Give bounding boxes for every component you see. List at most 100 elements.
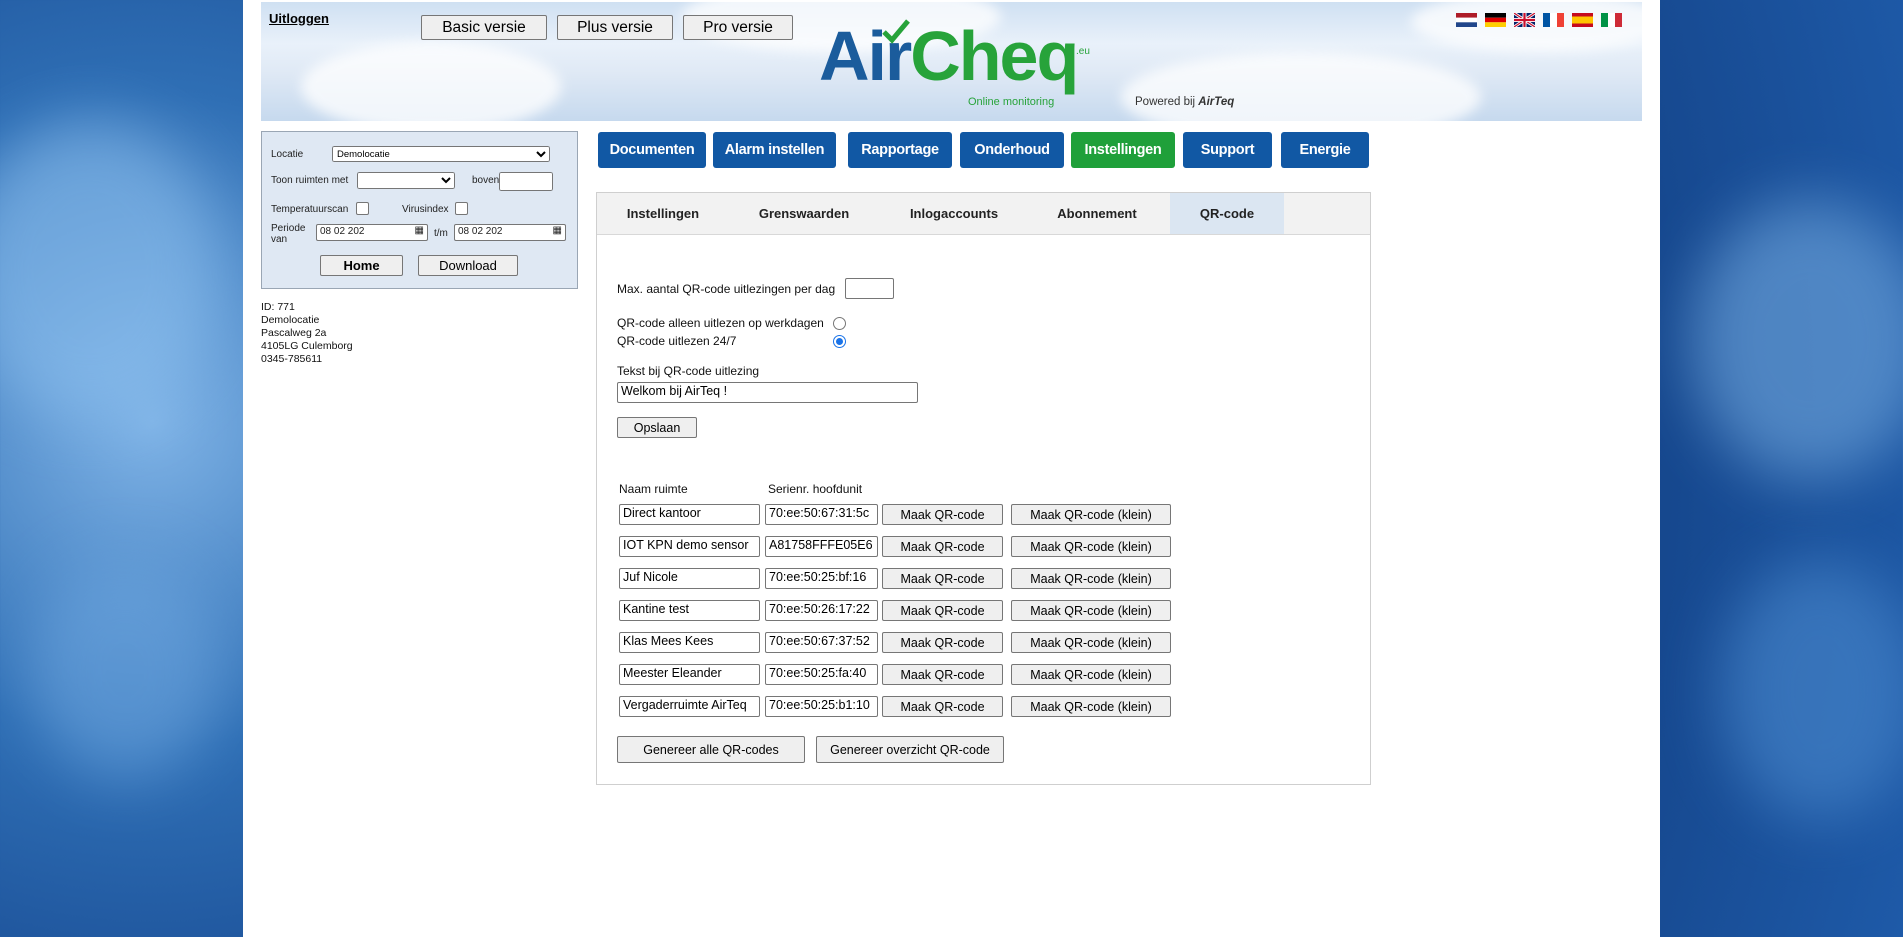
serial-input[interactable]: 70:ee:50:67:37:52: [765, 632, 878, 653]
serial-input[interactable]: 70:ee:50:26:17:22: [765, 600, 878, 621]
make-qr-button[interactable]: Maak QR-code: [882, 696, 1003, 717]
temperatuurscan-checkbox[interactable]: [356, 202, 369, 215]
col-name-header: Naam ruimte: [619, 482, 688, 496]
make-qr-small-button[interactable]: Maak QR-code (klein): [1011, 536, 1171, 557]
calendar-icon[interactable]: ▦: [415, 225, 424, 236]
make-qr-small-button[interactable]: Maak QR-code (klein): [1011, 696, 1171, 717]
pro-version-button[interactable]: Pro versie: [683, 15, 793, 40]
make-qr-button[interactable]: Maak QR-code: [882, 568, 1003, 589]
room-name-input[interactable]: Juf Nicole: [619, 568, 760, 589]
room-name-input[interactable]: Kantine test: [619, 600, 760, 621]
location-address: ID: 771 Demolocatie Pascalweg 2a 4105LG …: [261, 301, 353, 366]
nav-documenten[interactable]: Documenten: [598, 132, 706, 168]
address-phone: 0345-785611: [261, 353, 323, 365]
make-qr-button[interactable]: Maak QR-code: [882, 504, 1003, 525]
serial-input[interactable]: 70:ee:50:67:31:5c: [765, 504, 878, 525]
settings-panel: Instellingen Grenswaarden Inlogaccounts …: [596, 192, 1371, 785]
cloud: [301, 42, 561, 121]
background-blob: [30, 560, 220, 780]
calendar-icon[interactable]: ▦: [553, 225, 562, 236]
make-qr-small-button[interactable]: Maak QR-code (klein): [1011, 632, 1171, 653]
serial-input[interactable]: 70:ee:50:25:fa:40: [765, 664, 878, 685]
address-id: ID: 771: [261, 301, 295, 313]
locatie-label: Locatie: [271, 149, 304, 160]
tab-instellingen[interactable]: Instellingen: [597, 193, 729, 234]
locatie-select[interactable]: Demolocatie: [332, 146, 550, 162]
toon-ruimten-select[interactable]: [357, 172, 455, 189]
address-city: 4105LG Culemborg: [261, 340, 353, 352]
make-qr-button[interactable]: Maak QR-code: [882, 600, 1003, 621]
nav-alarm-instellen[interactable]: Alarm instellen: [713, 132, 836, 168]
flag-it-icon[interactable]: [1601, 13, 1622, 27]
virusindex-label: Virusindex: [402, 204, 449, 215]
save-button[interactable]: Opslaan: [617, 417, 697, 438]
header-banner: Uitloggen Basic versie Plus versie Pro v…: [261, 2, 1642, 121]
make-qr-button[interactable]: Maak QR-code: [882, 632, 1003, 653]
flag-uk-icon[interactable]: [1514, 13, 1535, 27]
tab-inlogaccounts[interactable]: Inlogaccounts: [879, 193, 1029, 234]
tab-qr-code[interactable]: QR-code: [1170, 193, 1284, 234]
toon-ruimten-label: Toon ruimten met: [271, 175, 349, 186]
max-readings-label: Max. aantal QR-code uitlezingen per dag: [617, 282, 836, 296]
tab-abonnement[interactable]: Abonnement: [1029, 193, 1165, 234]
logo-subtitle: Online monitoring: [968, 96, 1055, 108]
serial-input[interactable]: 70:ee:50:25:b1:10: [765, 696, 878, 717]
tab-grenswaarden[interactable]: Grenswaarden: [729, 193, 879, 234]
room-name-input[interactable]: Klas Mees Kees: [619, 632, 760, 653]
room-name-input[interactable]: Meester Eleander: [619, 664, 760, 685]
radio-workdays-label: QR-code alleen uitlezen op werkdagen: [617, 316, 824, 330]
virusindex-checkbox[interactable]: [455, 202, 468, 215]
nav-energie[interactable]: Energie: [1281, 132, 1369, 168]
date-to-value: 08 02 202: [458, 226, 503, 237]
make-qr-small-button[interactable]: Maak QR-code (klein): [1011, 568, 1171, 589]
generate-all-button[interactable]: Genereer alle QR-codes: [617, 736, 805, 763]
settings-tabs: Instellingen Grenswaarden Inlogaccounts …: [597, 193, 1370, 235]
make-qr-button[interactable]: Maak QR-code: [882, 664, 1003, 685]
powered-prefix: Powered bij: [1135, 96, 1196, 108]
flag-de-icon[interactable]: [1485, 13, 1506, 27]
date-to-input[interactable]: 08 02 202 ▦: [454, 224, 566, 241]
language-flags: [1456, 13, 1622, 27]
flag-es-icon[interactable]: [1572, 13, 1593, 27]
room-name-input[interactable]: Vergaderruimte AirTeq: [619, 696, 760, 717]
logo-eu-text: .eu: [1076, 46, 1090, 57]
address-name: Demolocatie: [261, 314, 320, 326]
make-qr-button[interactable]: Maak QR-code: [882, 536, 1003, 557]
logout-link[interactable]: Uitloggen: [269, 11, 329, 26]
max-readings-input[interactable]: [845, 278, 894, 299]
plus-version-button[interactable]: Plus versie: [557, 15, 673, 40]
tm-label: t/m: [434, 228, 448, 239]
logo-cheq-text: Cheq: [910, 17, 1079, 95]
room-name-input[interactable]: Direct kantoor: [619, 504, 760, 525]
boven-input[interactable]: [499, 172, 553, 191]
download-button[interactable]: Download: [418, 255, 518, 276]
flag-nl-icon[interactable]: [1456, 13, 1477, 27]
date-from-input[interactable]: 08 02 202 ▦: [316, 224, 428, 241]
cloud: [1411, 2, 1642, 52]
make-qr-small-button[interactable]: Maak QR-code (klein): [1011, 600, 1171, 621]
powered-by: Powered bij AirTeq: [1135, 96, 1234, 108]
nav-rapportage[interactable]: Rapportage: [848, 132, 952, 168]
serial-input[interactable]: A81758FFFE05E6: [765, 536, 878, 557]
serial-input[interactable]: 70:ee:50:25:bf:16: [765, 568, 878, 589]
nav-support[interactable]: Support: [1183, 132, 1272, 168]
cloud: [1121, 52, 1481, 121]
basic-version-button[interactable]: Basic versie: [421, 15, 547, 40]
nav-instellingen[interactable]: Instellingen: [1071, 132, 1175, 168]
qr-text-input[interactable]: Welkom bij AirTeq !: [617, 382, 918, 403]
radio-247[interactable]: [833, 335, 846, 348]
background-blob: [0, 120, 220, 420]
room-name-input[interactable]: IOT KPN demo sensor: [619, 536, 760, 557]
powered-brand: AirTeq: [1198, 96, 1235, 108]
page-container: Uitloggen Basic versie Plus versie Pro v…: [243, 0, 1660, 937]
background-blob: [1720, 560, 1903, 820]
generate-overview-button[interactable]: Genereer overzicht QR-code: [816, 736, 1004, 763]
make-qr-small-button[interactable]: Maak QR-code (klein): [1011, 504, 1171, 525]
nav-onderhoud[interactable]: Onderhoud: [960, 132, 1064, 168]
radio-workdays[interactable]: [833, 317, 846, 330]
background-blob: [1690, 200, 1903, 480]
home-button[interactable]: Home: [320, 255, 403, 276]
make-qr-small-button[interactable]: Maak QR-code (klein): [1011, 664, 1171, 685]
flag-fr-icon[interactable]: [1543, 13, 1564, 27]
col-serial-header: Serienr. hoofdunit: [768, 482, 863, 496]
